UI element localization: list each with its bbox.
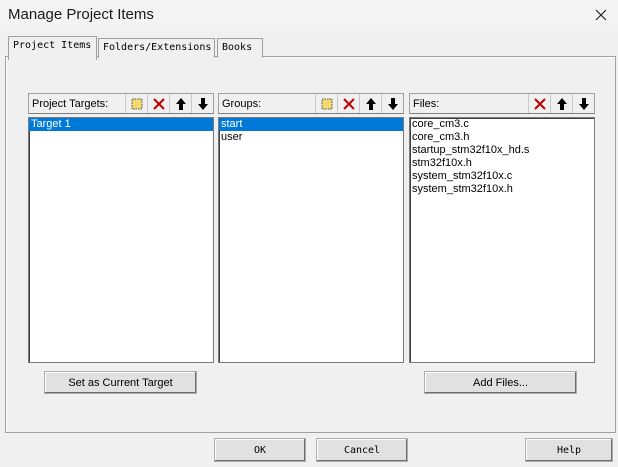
title-bar: Manage Project Items [0,0,618,31]
targets-list[interactable]: Target 1 [28,117,214,363]
targets-move-up-button[interactable] [169,94,191,113]
files-list[interactable]: core_cm3.c core_cm3.h startup_stm32f10x_… [409,117,595,363]
targets-delete-button[interactable] [147,94,169,113]
groups-new-button[interactable] [315,94,337,113]
files-header: Files: [409,93,595,114]
arrow-down-icon [578,97,589,110]
targets-header: Project Targets: [28,93,214,114]
targets-new-button[interactable] [125,94,147,113]
new-item-icon [131,98,142,109]
groups-list[interactable]: start user [218,117,404,363]
close-button[interactable] [588,2,614,28]
list-item[interactable]: core_cm3.h [410,131,594,144]
arrow-up-icon [365,97,376,110]
arrow-up-icon [556,97,567,110]
ok-button[interactable]: OK [214,438,306,462]
add-files-button[interactable]: Add Files... [424,371,577,394]
help-button[interactable]: Help [525,438,613,462]
files-move-down-button[interactable] [572,94,594,113]
arrow-up-icon [175,97,186,110]
list-item[interactable]: system_stm32f10x.h [410,183,594,196]
list-item[interactable]: start [219,118,403,131]
delete-icon [342,97,355,110]
tab-folders-extensions[interactable]: Folders/Extensions [98,38,215,58]
list-item[interactable]: user [219,131,403,144]
list-item[interactable]: stm32f10x.h [410,157,594,170]
list-item[interactable]: core_cm3.c [410,118,594,131]
tab-books[interactable]: Books [217,38,263,58]
targets-move-down-button[interactable] [191,94,213,113]
window-title: Manage Project Items [8,6,154,23]
groups-header: Groups: [218,93,404,114]
files-toolbar [528,94,594,113]
files-label: Files: [413,98,440,110]
files-move-up-button[interactable] [550,94,572,113]
delete-icon [533,97,546,110]
set-current-target-button[interactable]: Set as Current Target [44,371,197,394]
groups-move-down-button[interactable] [381,94,403,113]
new-item-icon [321,98,332,109]
tab-project-items[interactable]: Project Items [8,36,97,60]
arrow-down-icon [197,97,208,110]
list-item[interactable]: system_stm32f10x.c [410,170,594,183]
groups-toolbar [315,94,403,113]
groups-move-up-button[interactable] [359,94,381,113]
files-delete-button[interactable] [528,94,550,113]
close-icon [595,9,607,21]
cancel-button[interactable]: Cancel [316,438,408,462]
list-item[interactable]: Target 1 [29,118,213,131]
list-item[interactable]: startup_stm32f10x_hd.s [410,144,594,157]
targets-toolbar [125,94,213,113]
delete-icon [152,97,165,110]
targets-label: Project Targets: [32,98,109,110]
arrow-down-icon [387,97,398,110]
groups-label: Groups: [222,98,262,110]
groups-delete-button[interactable] [337,94,359,113]
